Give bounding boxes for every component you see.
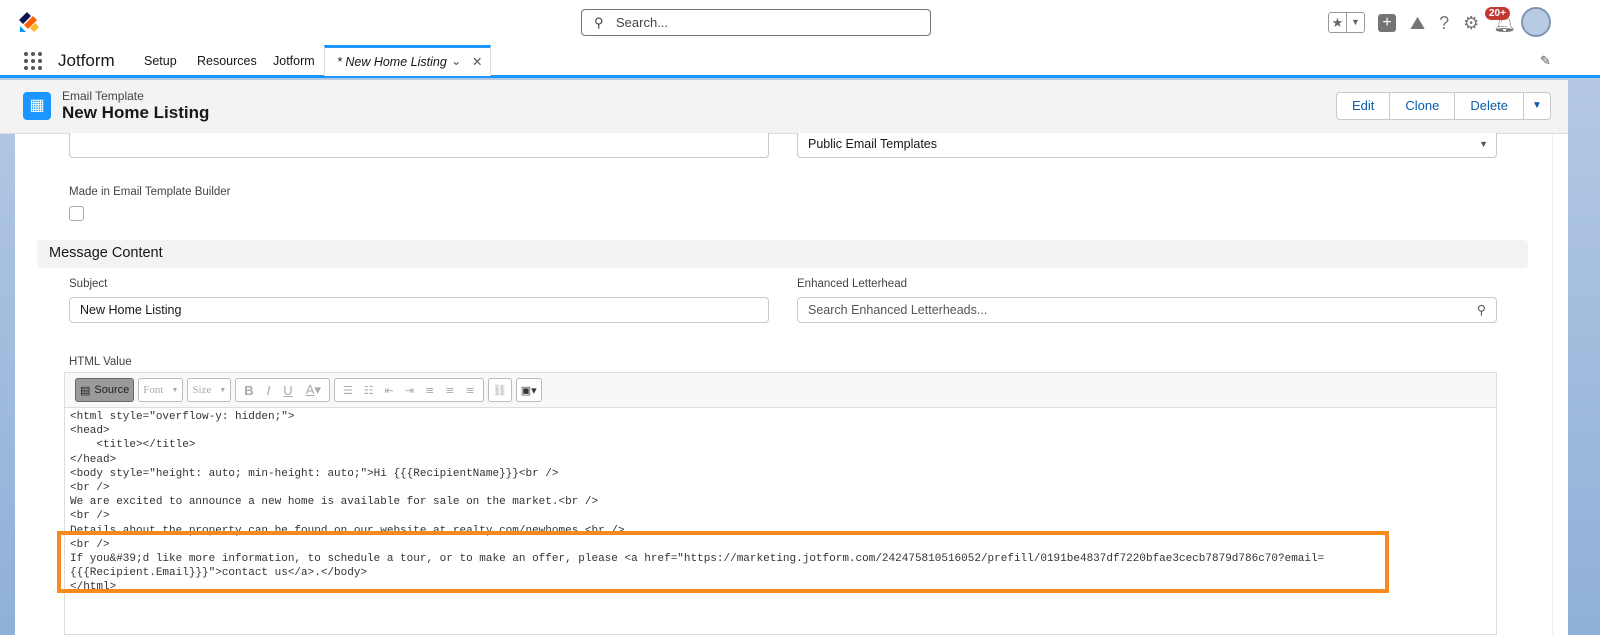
record-type: Email Template: [62, 89, 144, 103]
source-button[interactable]: ▤Source: [75, 378, 134, 402]
bold-button[interactable]: B: [244, 383, 253, 398]
chevron-down-icon: ▼: [1346, 13, 1364, 32]
folder-select[interactable]: Public Email Templates▼: [797, 133, 1497, 158]
section-message-content[interactable]: Message Content: [37, 240, 1528, 268]
gear-icon[interactable]: ⚙: [1463, 13, 1479, 34]
delete-button[interactable]: Delete: [1455, 93, 1524, 119]
bulleted-list-icon[interactable]: ☷: [364, 384, 374, 397]
app-launcher-icon[interactable]: [24, 52, 42, 70]
record-header: ▦ Email Template New Home Listing Edit C…: [0, 80, 1568, 134]
letterhead-search-input[interactable]: Search Enhanced Letterheads...⚲: [797, 297, 1497, 323]
link-icon: ⛓: [493, 384, 507, 397]
link-button[interactable]: ⛓: [488, 378, 512, 402]
image-icon: ▣▾: [521, 384, 537, 397]
code-line: <body style="height: auto; min-height: a…: [70, 467, 1491, 481]
nav-item-setup[interactable]: Setup: [144, 54, 177, 68]
made-in-builder-label: Made in Email Template Builder: [69, 186, 231, 198]
made-in-builder-checkbox[interactable]: [69, 206, 84, 221]
html-editor[interactable]: ▤Source Font▼ Size▼ BIU A▾ ☰ ☷ ⇤ ⇥ ≡ ≡ ≡ ⛓ ▣▾ <…: [64, 372, 1497, 635]
code-line: </head>: [70, 453, 1491, 467]
code-line: <title></title>: [70, 438, 1491, 452]
app-name: Jotform: [58, 51, 115, 71]
font-select[interactable]: Font▼: [138, 378, 183, 402]
code-line: <head>: [70, 424, 1491, 438]
code-line: <br />: [70, 509, 1491, 523]
chevron-down-icon[interactable]: ⌄: [451, 53, 461, 68]
align-left-icon[interactable]: ≡: [425, 384, 434, 397]
more-actions-button[interactable]: ▼: [1524, 93, 1550, 119]
nav-item-resources[interactable]: Resources: [197, 54, 257, 68]
search-icon: ⚲: [594, 15, 604, 31]
letterhead-label: Enhanced Letterhead: [797, 278, 907, 290]
page-title: New Home Listing: [62, 103, 209, 123]
jotform-logo-icon[interactable]: [18, 10, 40, 34]
html-value-label: HTML Value: [69, 356, 132, 368]
subject-input[interactable]: New Home Listing: [69, 297, 769, 323]
edit-button[interactable]: Edit: [1337, 93, 1390, 119]
text-field[interactable]: [69, 133, 769, 158]
indent-icon[interactable]: ⇥: [405, 384, 414, 397]
outdent-icon[interactable]: ⇤: [385, 384, 394, 397]
align-right-icon[interactable]: ≡: [466, 384, 475, 397]
numbered-list-icon[interactable]: ☰: [343, 384, 353, 397]
clone-button[interactable]: Clone: [1390, 93, 1455, 119]
subject-label: Subject: [69, 278, 107, 290]
code-line: <br />: [70, 481, 1491, 495]
chevron-down-icon: ▼: [1479, 139, 1488, 149]
help-icon[interactable]: ?: [1439, 13, 1449, 34]
align-center-icon[interactable]: ≡: [445, 384, 454, 397]
pencil-icon[interactable]: ✎: [1540, 53, 1551, 69]
code-line: <html style="overflow-y: hidden;">: [70, 410, 1491, 424]
code-line: We are excited to announce a new home is…: [70, 495, 1491, 509]
global-header: ⚲Search... ★▼ + ⛰ ? ⚙ 🔔︎ 20+: [0, 0, 1600, 45]
document-icon: ▤: [80, 384, 90, 397]
close-icon[interactable]: ✕: [472, 54, 482, 69]
search-icon: ⚲: [1477, 302, 1486, 317]
favorites-button[interactable]: ★▼: [1328, 12, 1365, 33]
image-button[interactable]: ▣▾: [516, 378, 542, 402]
trailhead-icon[interactable]: ⛰: [1410, 13, 1425, 34]
italic-button[interactable]: I: [267, 383, 271, 398]
nav-item-jotform[interactable]: Jotform: [273, 54, 315, 68]
notification-badge: 20+: [1485, 7, 1510, 20]
avatar[interactable]: [1521, 7, 1551, 37]
tab-new-home-listing[interactable]: * New Home Listing ⌄ ✕: [324, 45, 491, 76]
scrollbar[interactable]: [1552, 134, 1568, 635]
star-icon: ★: [1329, 13, 1346, 32]
size-select[interactable]: Size▼: [187, 378, 231, 402]
email-template-icon: ▦: [23, 92, 51, 120]
highlight-box: [57, 531, 1389, 593]
text-color-button[interactable]: A▾: [306, 382, 321, 398]
global-search-input[interactable]: ⚲Search...: [581, 9, 931, 36]
app-nav: Jotform Setup Resources Jotform * New Ho…: [0, 45, 1600, 78]
add-icon[interactable]: +: [1378, 14, 1396, 32]
editor-toolbar: ▤Source Font▼ Size▼ BIU A▾ ☰ ☷ ⇤ ⇥ ≡ ≡ ≡ ⛓ ▣▾: [65, 373, 1496, 408]
underline-button[interactable]: U: [283, 383, 292, 398]
